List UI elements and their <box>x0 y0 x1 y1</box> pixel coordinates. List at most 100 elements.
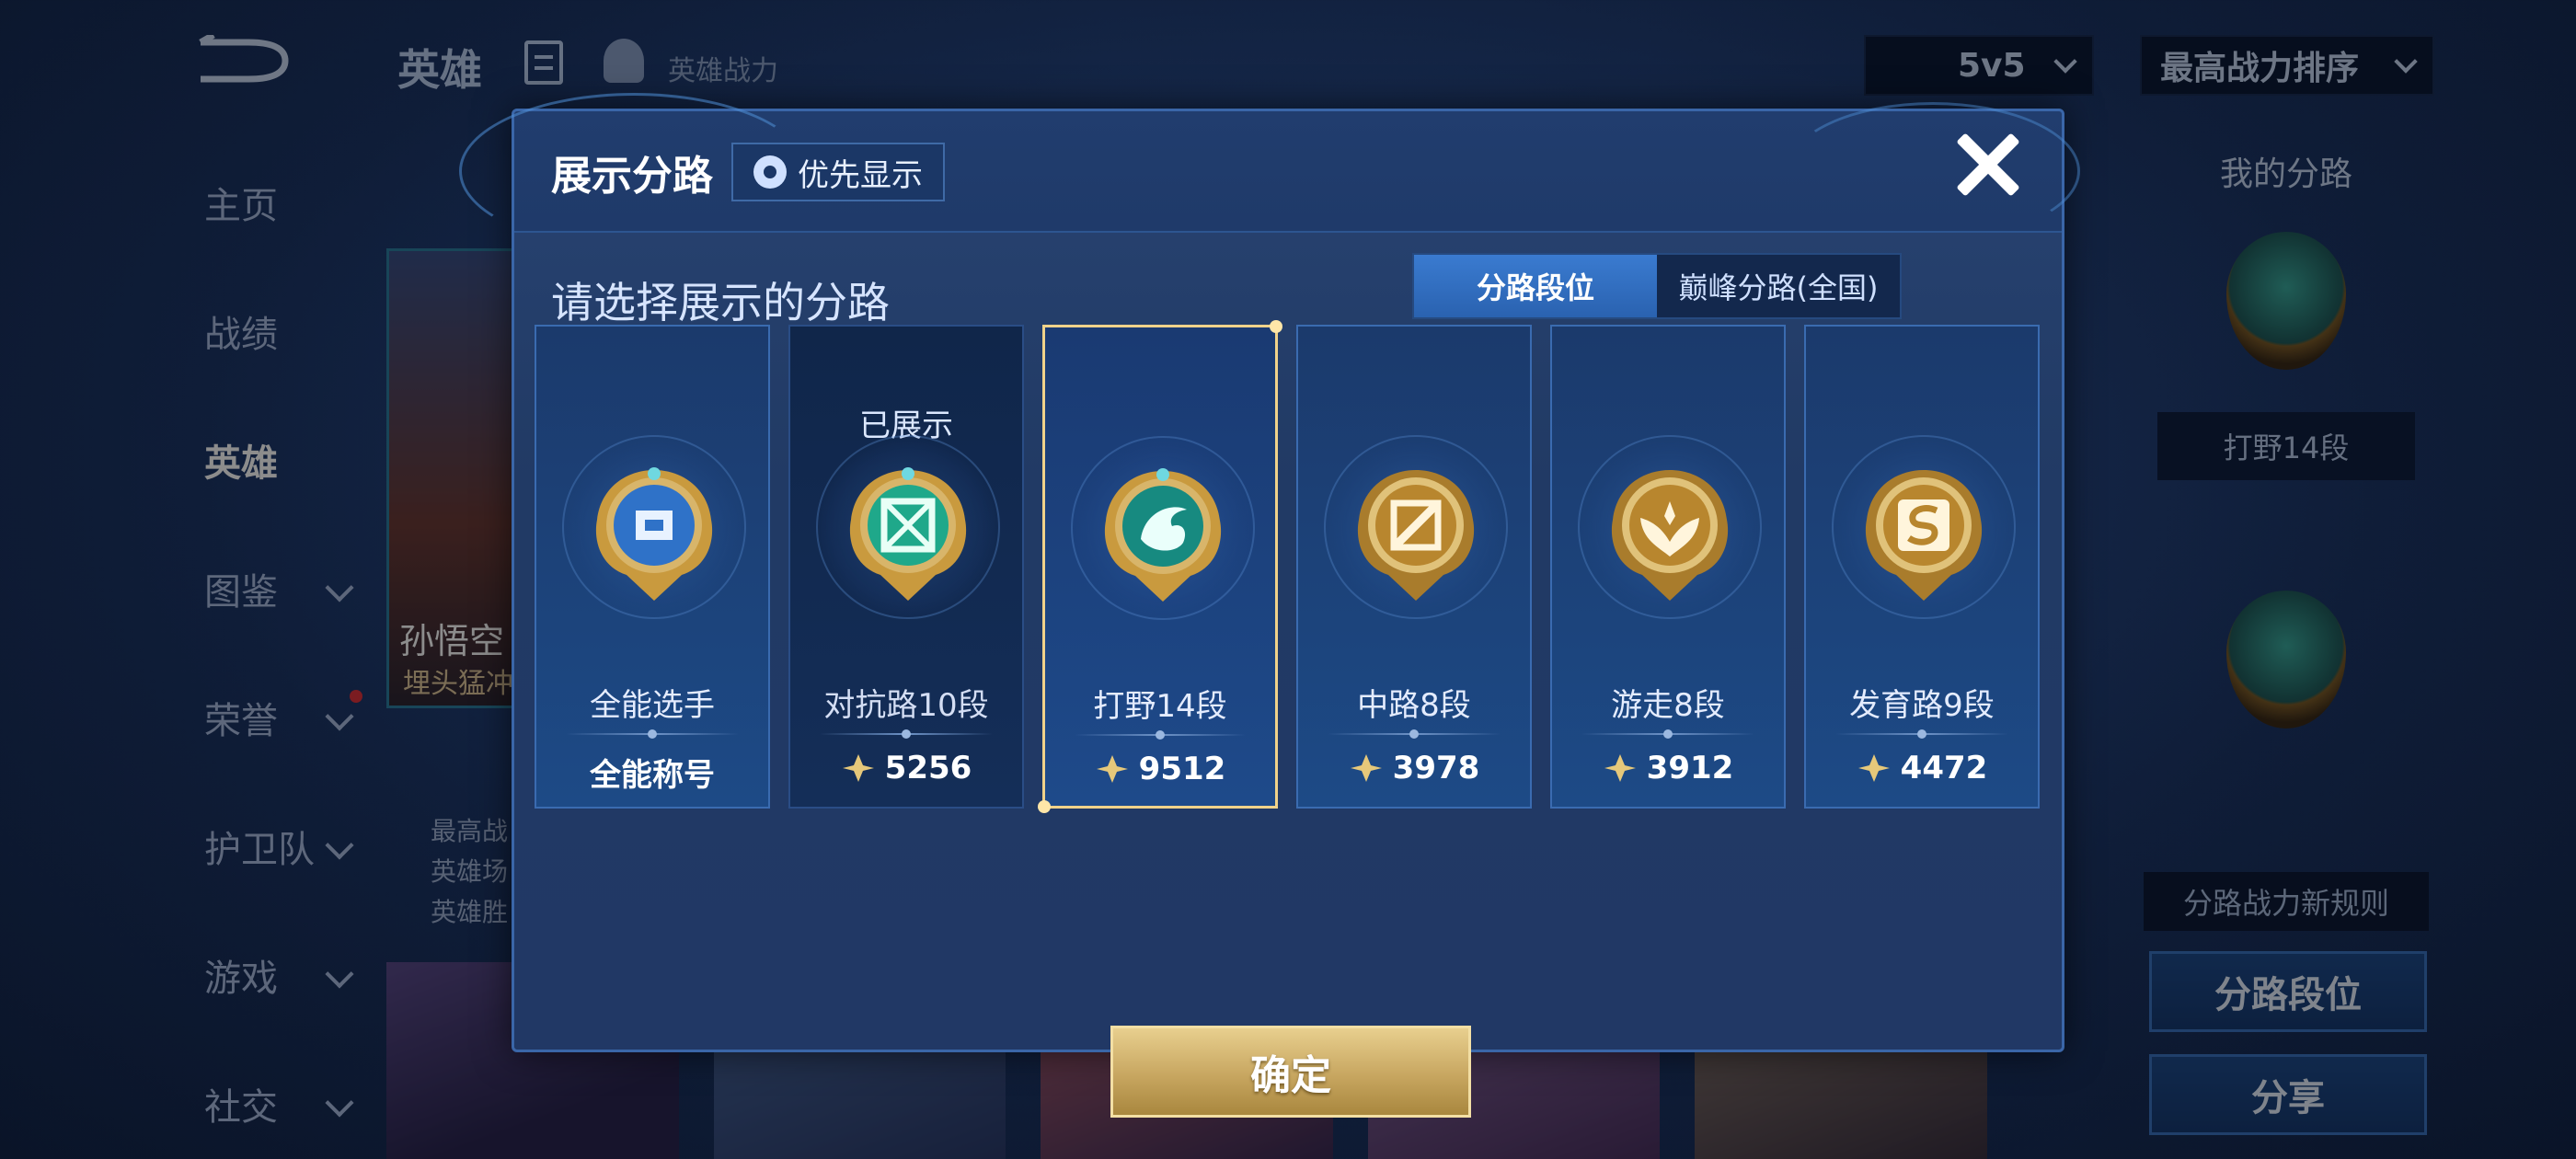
jungle-badge-icon <box>1098 465 1227 603</box>
lane-card-list: 全能选手 全能称号 已展示 对抗路10段 5256 打野14段 9512 中路8… <box>535 320 2040 813</box>
hero-power-label[interactable]: 英雄战力 <box>668 48 778 88</box>
chevron-down-icon <box>325 702 354 731</box>
chevron-down-icon <box>2053 50 2077 74</box>
sidebar-item-social[interactable]: 社交 <box>0 1039 386 1159</box>
dialog-header: 展示分路 优先显示 <box>551 126 945 218</box>
sidebar-item-label: 游戏 <box>204 958 278 1000</box>
close-icon[interactable] <box>1953 130 2023 200</box>
decorative-swirl <box>1786 102 2080 240</box>
my-lane-rank: 打野14段 <box>2157 412 2415 480</box>
lane-rank-button[interactable]: 分路段位 <box>2149 951 2427 1032</box>
sidebar-item-records[interactable]: 战绩 <box>0 267 386 396</box>
sidebar-item-games[interactable]: 游戏 <box>0 911 386 1039</box>
hero-name: 孙悟空 <box>399 621 505 661</box>
allround-badge-icon <box>590 465 719 602</box>
lane-power-value: 3978 <box>1392 750 1480 786</box>
lane-rank-label: 中路8段 <box>1357 687 1471 724</box>
sidebar-item-heroes[interactable]: 英雄 <box>0 396 386 524</box>
sidebar-item-label: 英雄 <box>204 442 278 485</box>
lane-power-value: 3912 <box>1646 750 1734 786</box>
my-lane-title: 我的分路 <box>2219 155 2352 193</box>
page-title: 英雄 <box>397 45 482 95</box>
jungle-badge-icon <box>2226 232 2346 370</box>
priority-display-button[interactable]: 优先显示 <box>731 143 945 201</box>
dialog-body: 请选择展示的分路 分路段位 巅峰分路(全国) 全能选手 全能称号 已展示 对抗路… <box>514 231 2062 1118</box>
card-divider <box>1581 729 1754 739</box>
lane-power: 5256 <box>790 750 1022 786</box>
lane-power: 9512 <box>1045 751 1275 787</box>
confirm-button[interactable]: 确定 <box>1110 1026 1471 1118</box>
dialog-title: 展示分路 <box>551 153 713 200</box>
sidebar-item-honor[interactable]: 荣誉 <box>0 653 386 782</box>
combat-power-icon <box>1349 752 1384 784</box>
lane-card-roam[interactable]: 游走8段 3912 <box>1550 325 1786 809</box>
sort-select-value: 最高战力排序 <box>2160 50 2360 87</box>
lane-card-mid[interactable]: 中路8段 3978 <box>1296 325 1532 809</box>
sidebar-item-label: 护卫队 <box>204 829 315 871</box>
combat-power-icon <box>1603 752 1638 784</box>
select-prompt: 请选择展示的分路 <box>551 278 890 327</box>
lane-power-value: 5256 <box>884 750 972 786</box>
chevron-down-icon <box>325 831 354 860</box>
sort-select[interactable]: 最高战力排序 <box>2140 35 2434 96</box>
sidebar-item-label: 主页 <box>204 185 278 227</box>
lane-card-farm[interactable]: 发育路9段 4472 <box>1804 325 2040 809</box>
chevron-down-icon <box>2394 50 2418 74</box>
clash-lane-badge-icon <box>2226 591 2346 729</box>
lane-card-clash[interactable]: 已展示 对抗路10段 5256 <box>788 325 1024 809</box>
priority-display-label: 优先显示 <box>798 156 923 194</box>
card-divider <box>1328 729 1501 739</box>
lane-power-value: 9512 <box>1138 751 1226 787</box>
combat-power-icon <box>1857 752 1892 784</box>
sidebar: 主页 战绩 英雄 图鉴 荣誉 护卫队 游戏 社交 <box>0 138 386 1159</box>
farm-lane-badge-icon <box>1859 465 1988 602</box>
lane-power: 4472 <box>1806 750 2038 786</box>
hero-stats: 最高战 英雄场 英雄胜 <box>431 811 508 933</box>
hero-stat-label: 英雄场 <box>431 856 509 887</box>
lane-display-dialog: 展示分路 优先显示 请选择展示的分路 分路段位 巅峰分路(全国) 全能选手 全能… <box>459 93 2080 1118</box>
tab-lane-rank[interactable]: 分路段位 <box>1414 255 1657 317</box>
card-divider <box>820 729 993 739</box>
hero-stat-label: 最高战 <box>431 816 509 846</box>
combat-power-icon <box>1095 753 1130 785</box>
lane-rank-label: 对抗路10段 <box>823 687 989 724</box>
roam-badge-icon <box>1605 465 1734 602</box>
lane-rank-label: 发育路9段 <box>1849 687 1995 724</box>
combat-power-icon <box>841 752 876 784</box>
chevron-down-icon <box>325 573 354 602</box>
sidebar-item-label: 图鉴 <box>204 571 278 614</box>
sidebar-item-home[interactable]: 主页 <box>0 138 386 267</box>
my-lane-panel: 我的分路 打野14段 <box>2134 147 2438 729</box>
lane-card-allround[interactable]: 全能选手 全能称号 <box>535 325 770 809</box>
share-button[interactable]: 分享 <box>2149 1054 2427 1135</box>
lane-rule-link[interactable]: 分路战力新规则 <box>2144 872 2429 931</box>
notification-dot <box>350 690 362 703</box>
chevron-down-icon <box>325 959 354 989</box>
lane-tab-group: 分路段位 巅峰分路(全国) <box>1412 253 1902 319</box>
allround-title: 全能称号 <box>590 757 715 794</box>
card-divider <box>1075 730 1246 740</box>
sidebar-item-label: 社交 <box>204 1086 278 1129</box>
hero-subtitle: 埋头猛冲 <box>403 668 513 700</box>
lane-power: 3912 <box>1552 750 1784 786</box>
list-icon[interactable] <box>524 40 563 85</box>
tab-peak-lane[interactable]: 巅峰分路(全国) <box>1657 255 1900 317</box>
mid-lane-badge-icon <box>1351 465 1480 602</box>
card-divider <box>566 729 739 739</box>
clash-lane-badge-icon <box>844 465 972 602</box>
chevron-down-icon <box>325 1088 354 1118</box>
lane-power-value: 4472 <box>1900 750 1988 786</box>
lane-card-jungle[interactable]: 打野14段 9512 <box>1038 320 1282 813</box>
sidebar-item-codex[interactable]: 图鉴 <box>0 524 386 653</box>
hero-stat-label: 英雄胜 <box>431 897 509 927</box>
hero-power-icon[interactable] <box>604 39 644 83</box>
sidebar-item-label: 战绩 <box>204 314 278 356</box>
mode-select[interactable]: 5v5 <box>1864 35 2094 96</box>
back-arrow-icon[interactable] <box>193 35 294 86</box>
lane-power: 3978 <box>1298 750 1530 786</box>
sidebar-item-guard-team[interactable]: 护卫队 <box>0 782 386 911</box>
lane-rank-label: 游走8段 <box>1611 687 1725 724</box>
lane-rank-label: 全能选手 <box>590 687 715 724</box>
card-divider <box>1835 729 2008 739</box>
lane-rank-label: 打野14段 <box>1093 688 1227 725</box>
